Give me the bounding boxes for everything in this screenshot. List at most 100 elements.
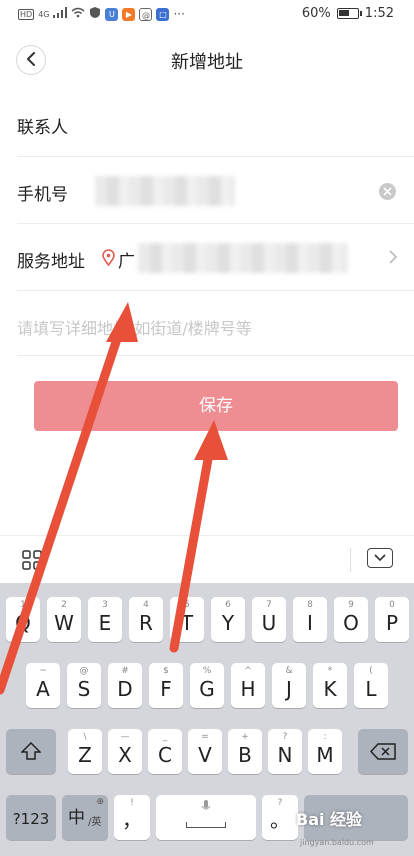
backspace-icon [369, 743, 396, 764]
key-secondary-label: — [120, 732, 130, 742]
detail-address-placeholder: 请填写详细地址:如街道/楼牌号等 [17, 319, 252, 338]
grid-icon[interactable] [22, 550, 42, 574]
key-secondary-label: 8 [307, 600, 313, 610]
key-b[interactable]: + B [228, 729, 262, 774]
key-secondary-label: 0 [389, 600, 395, 610]
phone-value-redacted[interactable] [95, 176, 235, 206]
space-bar-mark [186, 822, 226, 828]
key-v[interactable]: = V [188, 729, 222, 774]
key-secondary-label: % [202, 666, 212, 676]
app-notification-icon: U [105, 7, 119, 21]
key-q[interactable]: 1Q [6, 597, 40, 642]
key-secondary-label: 2 [61, 600, 67, 610]
shift-key[interactable] [6, 729, 56, 774]
key-n[interactable]: ? N [268, 729, 302, 774]
delete-key[interactable] [358, 729, 408, 774]
key-i[interactable]: 8I [293, 597, 327, 642]
key-secondary-label: ( [369, 666, 373, 676]
save-button[interactable]: 保存 [34, 381, 398, 431]
key-label: Z [78, 743, 92, 767]
phone-row[interactable]: 手机号 [0, 158, 414, 224]
globe-icon: ⊕ [96, 797, 104, 807]
key-d[interactable]: # D [108, 663, 142, 708]
divider [17, 223, 414, 224]
keyboard-toolbar [0, 535, 414, 583]
key-j[interactable]: & J [272, 663, 306, 708]
app-notification-icon: □ [156, 7, 170, 21]
battery-icon [336, 8, 362, 19]
status-bar: HD 4G U ▶ @ □ ··· 60% 1:52 [0, 0, 414, 32]
key-w[interactable]: 2W [47, 597, 81, 642]
key-label: C [158, 743, 172, 767]
key-h[interactable]: ^ H [231, 663, 265, 708]
key-label: Q [15, 611, 31, 635]
service-address-label: 服务地址 [17, 252, 85, 272]
key-secondary-label: @ [79, 666, 89, 676]
key-secondary-label: ~ [39, 666, 47, 676]
key-c[interactable]: _ C [148, 729, 182, 774]
key-secondary-label: ? [282, 732, 288, 742]
divider [17, 355, 414, 356]
key-label: V [198, 743, 212, 767]
key-secondary-label: : [323, 732, 327, 742]
shift-icon [20, 741, 42, 764]
key-label: L [365, 677, 377, 701]
period-key[interactable]: ? 。 [262, 795, 298, 840]
key-label: M [316, 743, 334, 767]
service-address-row[interactable]: 服务地址 广 [0, 225, 414, 291]
key-secondary-label: # [121, 666, 129, 676]
key-y[interactable]: 6Y [211, 597, 245, 642]
app-notification-icon: ▶ [122, 7, 136, 21]
key-e[interactable]: 3E [88, 597, 122, 642]
phone-label: 手机号 [17, 185, 68, 205]
key-f[interactable]: $ F [149, 663, 183, 708]
key-r[interactable]: 4R [129, 597, 163, 642]
key-secondary-label: 6 [225, 600, 231, 610]
battery-percent: 60% [301, 6, 331, 21]
key-o[interactable]: 9O [334, 597, 368, 642]
clear-icon[interactable] [379, 183, 396, 200]
divider [17, 156, 414, 157]
key-z[interactable]: \ Z [68, 729, 102, 774]
key-label: F [160, 677, 172, 701]
key-m[interactable]: :M [308, 729, 342, 774]
contact-label: 联系人 [17, 118, 68, 138]
key-p[interactable]: 0P [375, 597, 409, 642]
key-secondary-label: 9 [348, 600, 354, 610]
watermark-url: jingyan.baidu.com [300, 838, 374, 847]
key-secondary-label: 4 [143, 600, 149, 610]
key-s[interactable]: @ S [67, 663, 101, 708]
status-right: 60% 1:52 [302, 6, 394, 21]
key-label: D [117, 677, 133, 701]
key-k[interactable]: * K [313, 663, 347, 708]
location-pin-icon [102, 249, 115, 270]
key-label: A [36, 677, 50, 701]
comma-key[interactable]: ! ， [114, 795, 150, 840]
key-label: J [286, 677, 292, 701]
clock: 1:52 [364, 6, 394, 21]
key-secondary-label: _ [162, 732, 168, 742]
key-t[interactable]: 5T [170, 597, 204, 642]
key-label: E [98, 611, 112, 635]
key-u[interactable]: 7U [252, 597, 286, 642]
key-a[interactable]: ~ A [26, 663, 60, 708]
keyboard-hide-icon[interactable] [367, 548, 393, 568]
app-notification-icon: @ [139, 7, 153, 21]
signal-label: 4G [38, 9, 50, 19]
key-label: B [238, 743, 252, 767]
key-label: S [77, 677, 91, 701]
key-label: Y [221, 611, 235, 635]
key-label: I [307, 611, 313, 635]
key-label: G [199, 677, 215, 701]
space-key[interactable] [156, 795, 256, 840]
status-icons: HD 4G U ▶ @ □ ··· [18, 6, 185, 22]
language-key[interactable]: ⊕ 中 /英 [62, 795, 108, 840]
key-label: K [323, 677, 337, 701]
key-l[interactable]: (L [354, 663, 388, 708]
key-x[interactable]: — X [108, 729, 142, 774]
numbers-key[interactable]: ?123 [6, 795, 56, 840]
key-g[interactable]: % G [190, 663, 224, 708]
key-secondary-label: * [327, 666, 333, 676]
key-label: U [261, 611, 277, 635]
contact-row[interactable]: 联系人 [0, 91, 414, 157]
